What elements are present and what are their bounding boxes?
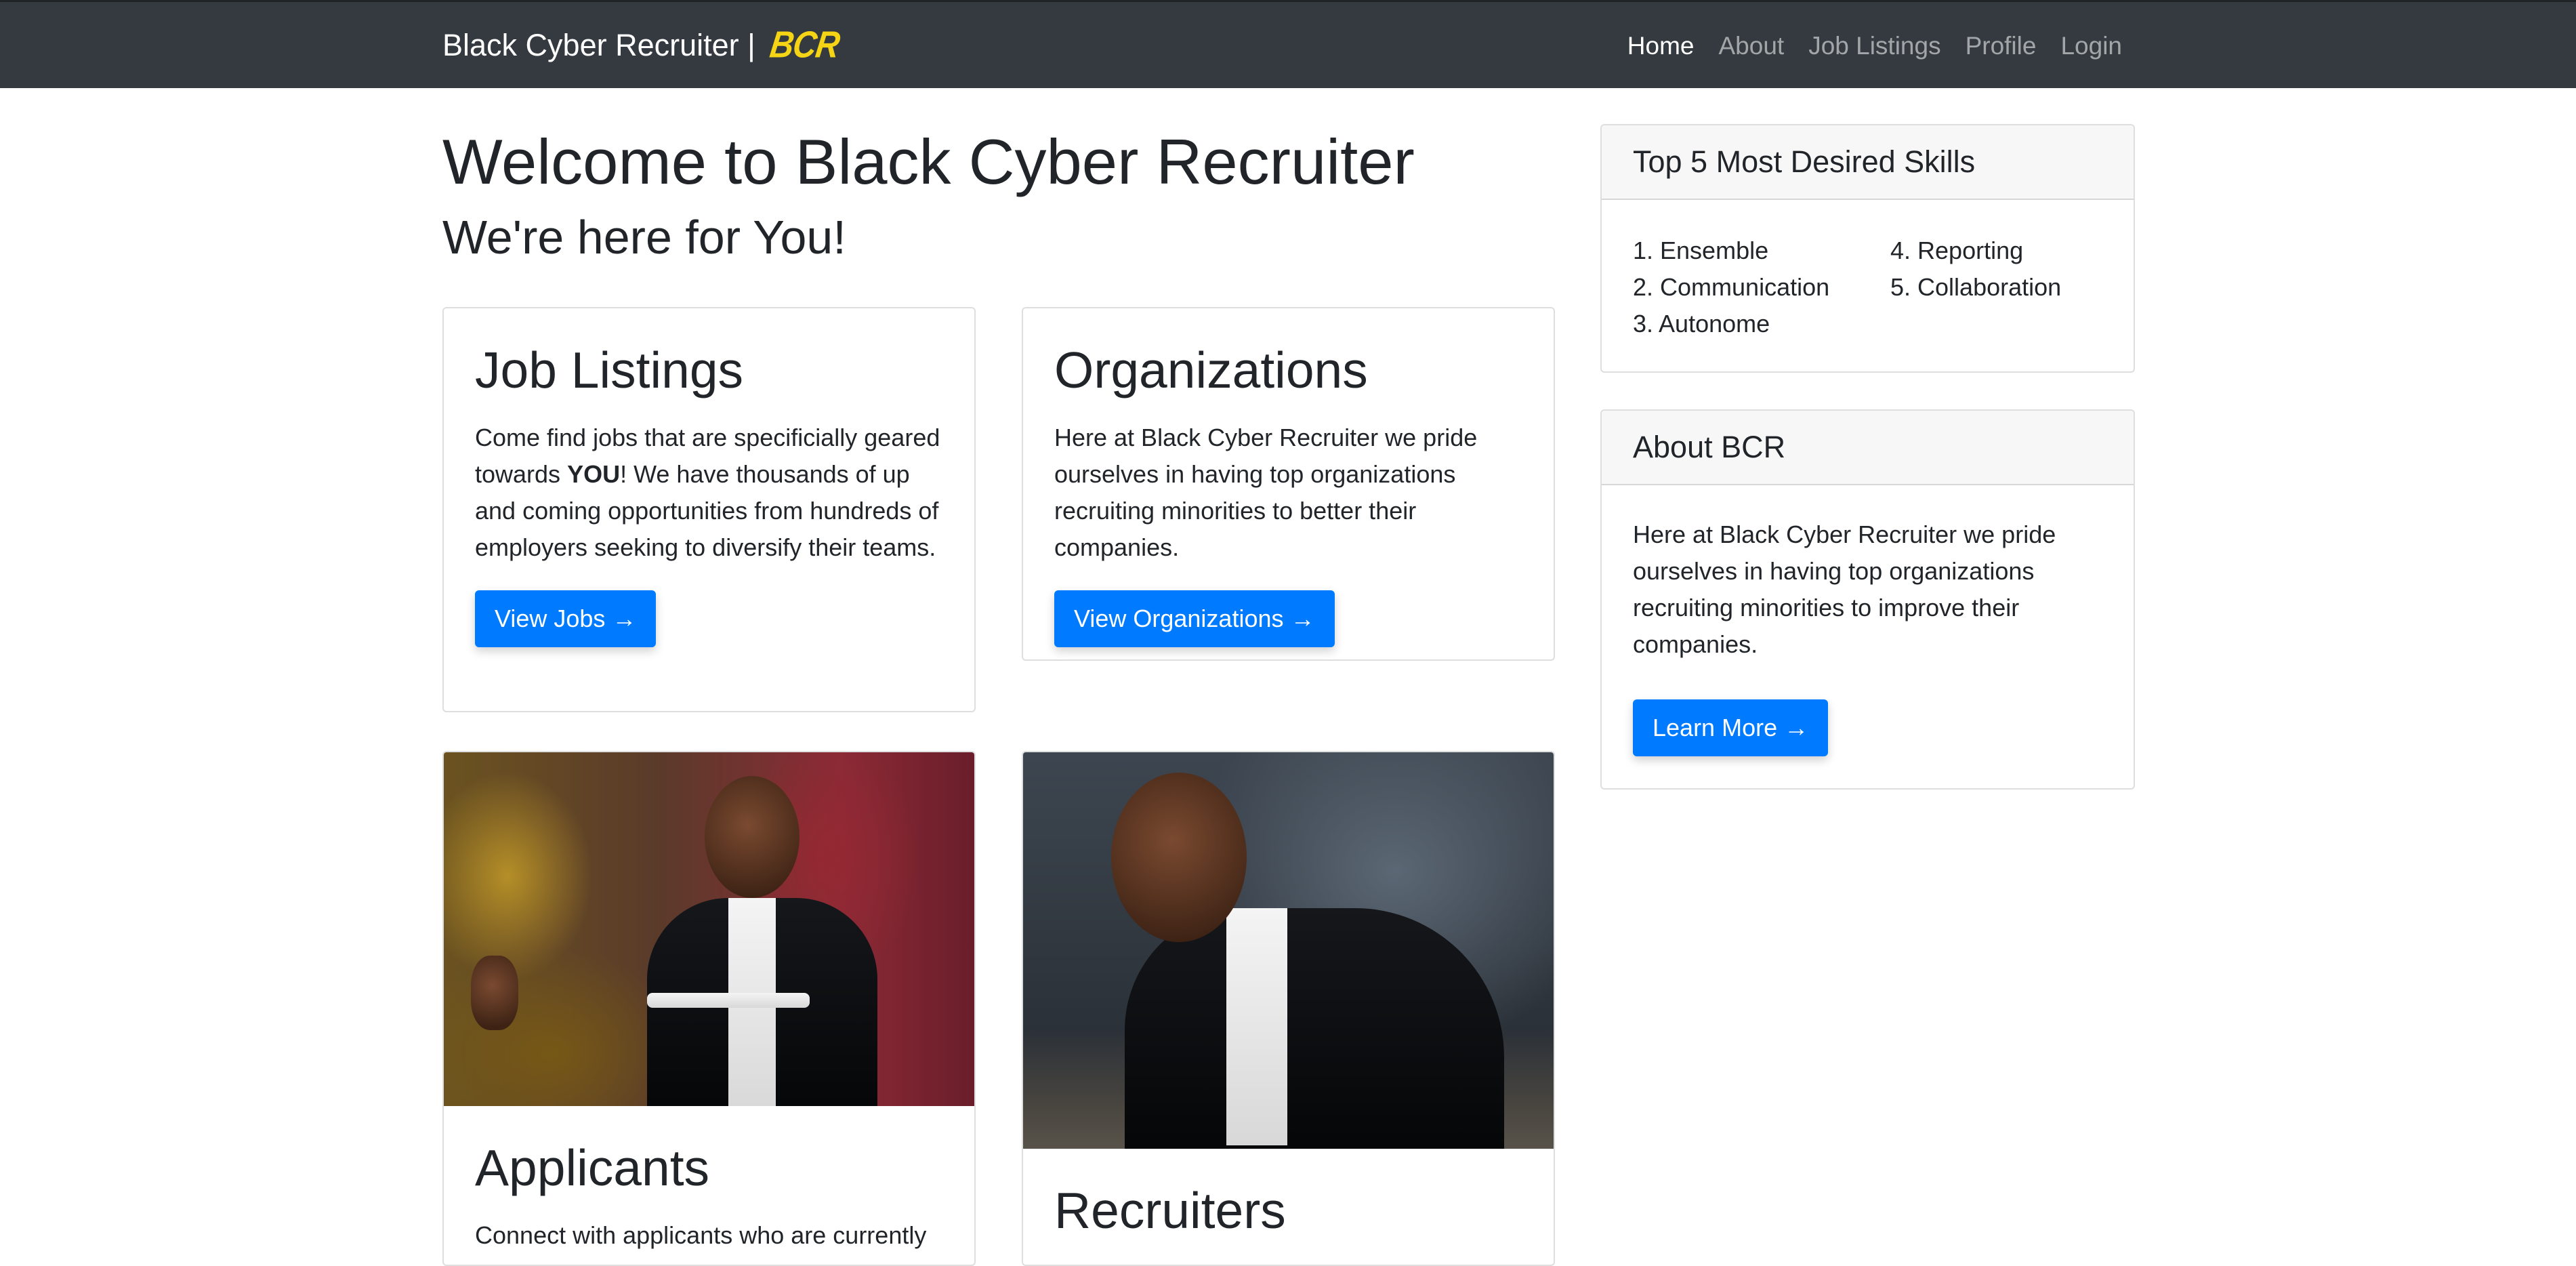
card-header: About BCR [1602,411,2134,485]
learn-more-button[interactable]: Learn More → [1633,699,1829,756]
list-item: 1. Ensemble [1633,237,1769,264]
person-hand [471,956,518,1030]
page-subtitle: We're here for You! [442,211,846,264]
nav-about[interactable]: About [1718,32,1784,60]
nav-login[interactable]: Login [2060,32,2122,60]
page-title: Welcome to Black Cyber Recruiter [442,126,1415,197]
desired-skills-card: Top 5 Most Desired Skills 1. Ensemble 2.… [1600,124,2135,373]
list-item: 4. Reporting [1890,237,2024,264]
recruiters-card: Recruiters [1022,751,1555,1266]
card-text: Come find jobs that are specificially ge… [475,420,943,566]
person-stripe [647,993,810,1008]
view-jobs-button[interactable]: View Jobs → [475,590,657,647]
brand-link[interactable]: Black Cyber Recruiter | BCR [442,24,842,66]
skills-list: 1. Ensemble 2. Communication 3. Autonome… [1602,200,2134,342]
nav-job-listings[interactable]: Job Listings [1808,32,1940,60]
person-head [1111,773,1247,942]
bcr-logo-icon: BCR [767,24,842,66]
person-shirt [1226,908,1287,1145]
card-text: Here at Black Cyber Recruiter we pride o… [1054,424,1478,561]
card-title: Applicants [475,1139,710,1196]
applicant-photo [444,752,974,1106]
applicants-card: Applicants Connect with applicants who a… [442,751,976,1266]
navbar: Black Cyber Recruiter | BCR Home About J… [0,0,2576,88]
person-body [1125,908,1504,1149]
organizations-card: Organizations Here at Black Cyber Recrui… [1022,307,1555,661]
about-bcr-card: About BCR Here at Black Cyber Recruiter … [1600,409,2135,790]
nav-profile[interactable]: Profile [1966,32,2037,60]
view-organizations-button[interactable]: View Organizations → [1054,590,1335,647]
job-listings-card: Job Listings Come find jobs that are spe… [442,307,976,712]
card-header: Top 5 Most Desired Skills [1602,125,2134,200]
brand-text: Black Cyber Recruiter | [442,27,755,62]
card-title: Recruiters [1054,1182,1286,1239]
nav-home[interactable]: Home [1627,32,1695,60]
card-text: Here at Black Cyber Recruiter we pride o… [1633,520,2056,658]
recruiter-photo [1023,752,1554,1149]
main-nav: Home About Job Listings Profile Login [1627,32,2122,60]
list-item: 5. Collaboration [1890,273,2062,301]
list-item: 3. Autonome [1633,310,1770,338]
person-head [705,776,799,898]
card-title: Job Listings [475,342,744,399]
card-text-emphasis: YOU [567,460,621,488]
list-item: 2. Communication [1633,273,1830,301]
card-title: Organizations [1054,342,1368,399]
card-text: Connect with applicants who are currentl… [475,1221,927,1249]
